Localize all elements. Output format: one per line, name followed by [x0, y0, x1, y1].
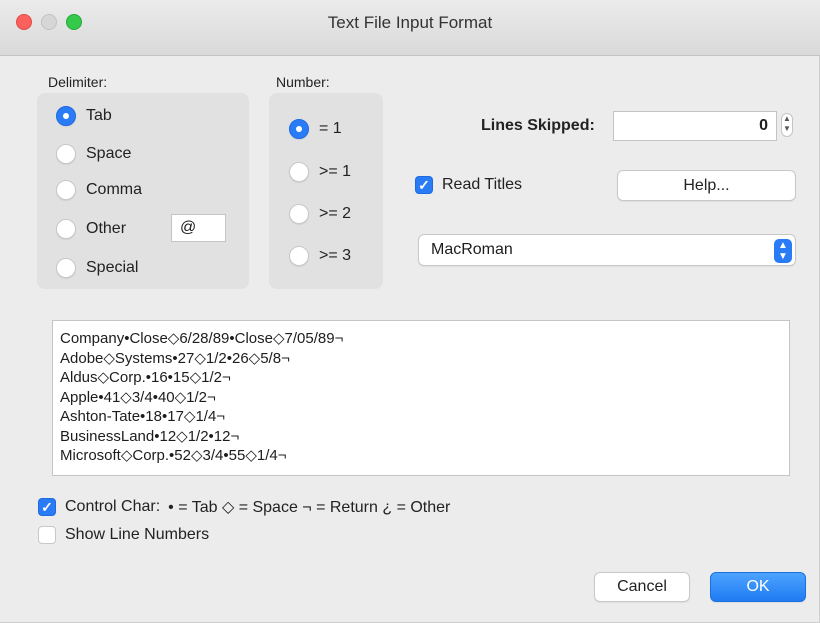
radio-label: >= 1	[319, 163, 352, 180]
preview-line: Ashton-Tate•18•17◇1/4¬	[60, 408, 226, 425]
cancel-button[interactable]: Cancel	[594, 572, 690, 602]
radio-button[interactable]	[56, 180, 76, 200]
checkmark-icon[interactable]: ✓	[415, 176, 433, 194]
preview-line: BusinessLand•12◇1/2•12¬	[60, 427, 240, 445]
number-gte3-radio[interactable]: >= 3	[289, 246, 351, 266]
delimiter-tab-radio[interactable]: Tab	[56, 106, 112, 126]
lines-skipped-label: Lines Skipped:	[481, 117, 595, 134]
delimiter-label: Delimiter:	[48, 74, 108, 90]
number-gte1-radio[interactable]: >= 1	[289, 162, 351, 182]
radio-button[interactable]	[56, 144, 76, 164]
radio-label: Tab	[86, 107, 112, 124]
radio-label: Space	[86, 145, 132, 162]
preview-line: Adobe◇Systems•27◇1/2•26◇5/8¬	[60, 349, 290, 367]
show-line-numbers-label: Show Line Numbers	[65, 526, 210, 543]
radio-button[interactable]	[289, 162, 309, 182]
title-bar: Text File Input Format	[0, 0, 820, 56]
radio-label: >= 3	[319, 247, 352, 264]
delimiter-space-radio[interactable]: Space	[56, 144, 131, 164]
lines-skipped-stepper[interactable]: ▲ ▼	[781, 113, 793, 137]
encoding-popup[interactable]: MacRoman ▲ ▼	[418, 234, 796, 266]
radio-label: Other	[86, 220, 127, 237]
popup-arrows-icon[interactable]: ▲ ▼	[774, 239, 792, 263]
control-char-legend: • = Tab ◇ = Space ¬ = Return ¿ = Other	[168, 499, 451, 516]
radio-button-selected[interactable]	[56, 106, 76, 126]
stepper-down-icon[interactable]: ▼	[782, 124, 792, 134]
radio-label: >= 2	[319, 205, 352, 222]
radio-label: Special	[86, 259, 139, 276]
radio-button[interactable]	[56, 258, 76, 278]
show-line-numbers-checkbox[interactable]: Show Line Numbers	[38, 526, 209, 544]
checkbox-box[interactable]	[38, 526, 56, 544]
dialog-window: Text File Input Format Delimiter: Tab Sp…	[0, 0, 820, 623]
encoding-selected-value: MacRoman	[431, 241, 513, 258]
number-gte2-radio[interactable]: >= 2	[289, 204, 351, 224]
checkmark-icon[interactable]: ✓	[38, 498, 56, 516]
delimiter-other-radio[interactable]: Other	[56, 219, 126, 239]
delimiter-comma-radio[interactable]: Comma	[56, 180, 142, 200]
window-title: Text File Input Format	[327, 13, 493, 32]
number-label: Number:	[276, 74, 330, 90]
read-titles-label: Read Titles	[442, 176, 523, 193]
preview-line: Apple•41◇3/4•40◇1/2¬	[60, 388, 216, 406]
radio-button[interactable]	[289, 246, 309, 266]
control-char-checkbox[interactable]: ✓ Control Char: • = Tab ◇ = Space ¬ = Re…	[38, 497, 450, 517]
lines-skipped-field[interactable]: 0	[613, 111, 777, 141]
number-eq1-radio[interactable]: = 1	[289, 119, 342, 139]
preview-line: Aldus◇Corp.•16•15◇1/2¬	[60, 369, 231, 386]
preview-line: Company•Close◇6/28/89•Close◇7/05/89¬	[60, 330, 344, 347]
radio-button-selected[interactable]	[289, 119, 309, 139]
radio-label: = 1	[319, 120, 342, 137]
ok-button[interactable]: OK	[710, 572, 806, 602]
control-char-label: Control Char:	[65, 498, 161, 515]
radio-label: Comma	[86, 181, 143, 198]
help-button[interactable]: Help...	[617, 170, 796, 201]
delimiter-special-radio[interactable]: Special	[56, 258, 138, 278]
file-preview-area[interactable]: Company•Close◇6/28/89•Close◇7/05/89¬ Ado…	[52, 320, 790, 476]
other-delimiter-field[interactable]: @	[171, 214, 226, 242]
preview-line: Microsoft◇Corp.•52◇3/4•55◇1/4¬	[60, 447, 287, 464]
stepper-up-icon[interactable]: ▲	[782, 114, 792, 124]
radio-button[interactable]	[289, 204, 309, 224]
radio-button[interactable]	[56, 219, 76, 239]
read-titles-checkbox[interactable]: ✓ Read Titles	[415, 176, 522, 194]
